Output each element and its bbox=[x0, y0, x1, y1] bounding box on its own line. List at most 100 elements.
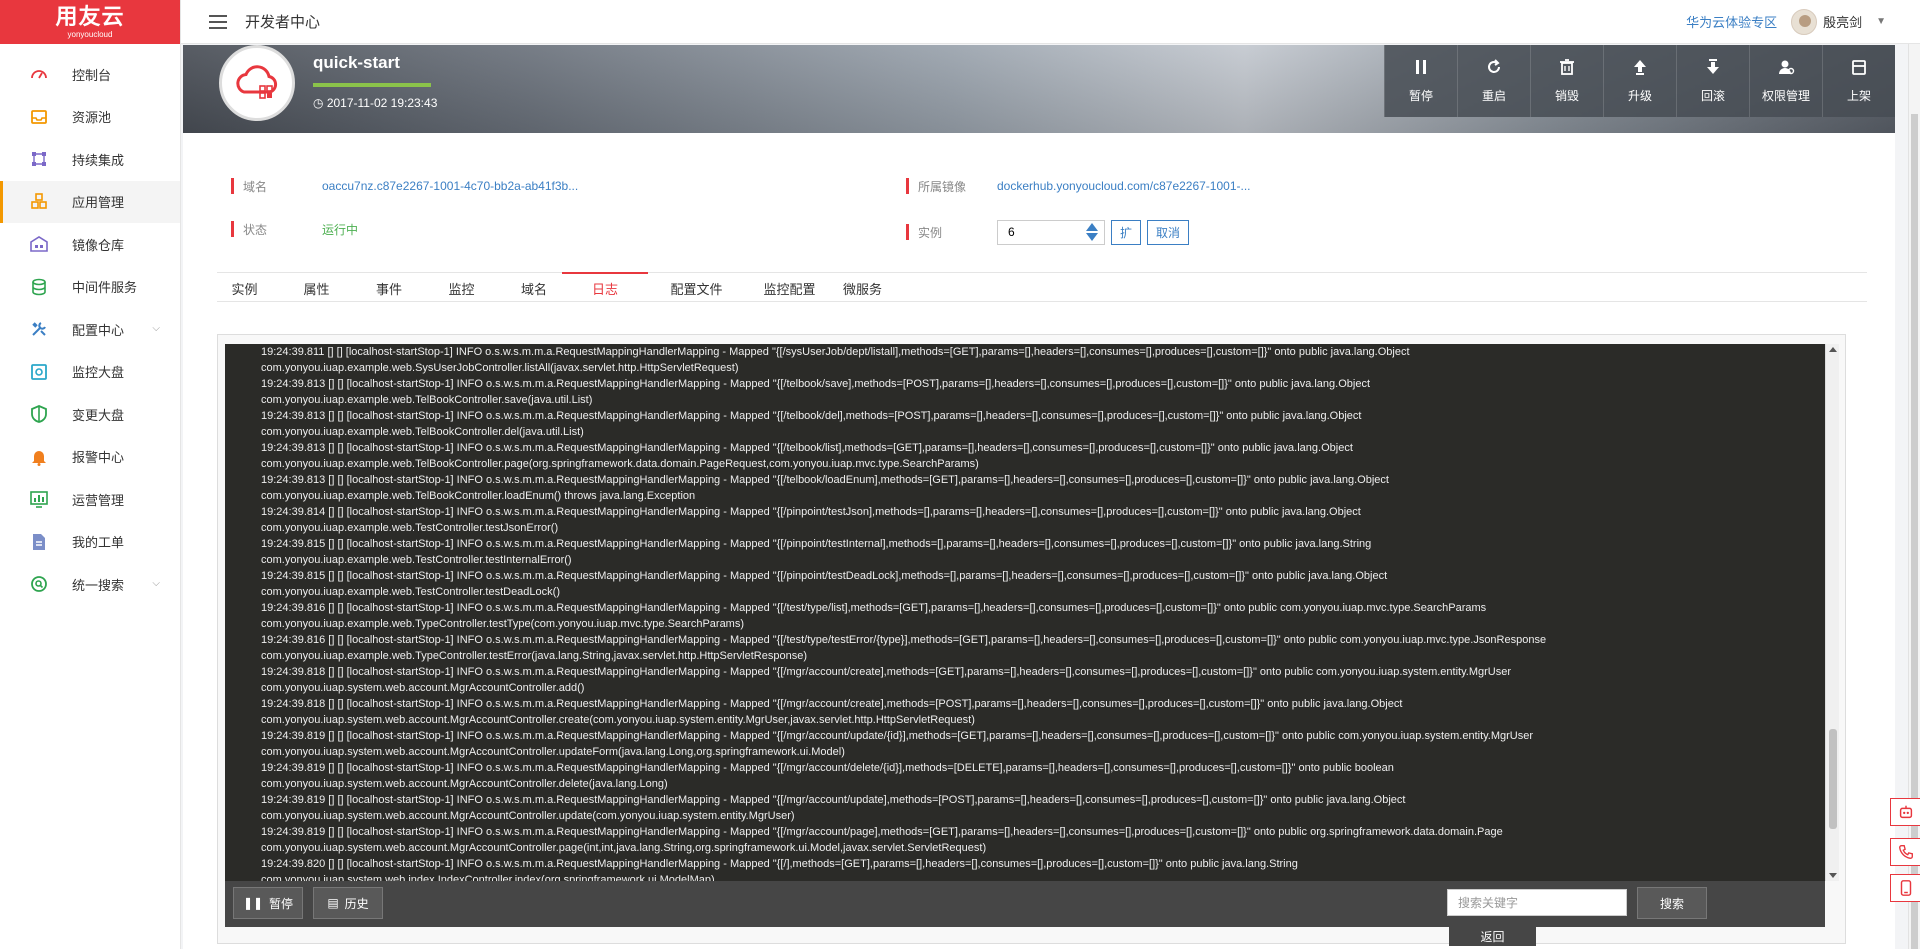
history-icon: ▤ bbox=[327, 896, 339, 910]
log-toolbar: ❚❚ 暂停 ▤ 历史 搜索 bbox=[225, 881, 1825, 927]
log-line: 19:24:39.819 [] [] [localhost-startStop-… bbox=[261, 826, 1503, 838]
action-button[interactable]: 上架 bbox=[1822, 45, 1895, 117]
sidebar-item[interactable]: 持续集成 bbox=[0, 138, 180, 181]
tab[interactable]: 配置文件 bbox=[648, 273, 745, 303]
tab[interactable]: 属性 bbox=[272, 273, 361, 303]
chevron-down-icon[interactable]: ⌵ bbox=[152, 578, 160, 589]
logo-subtext: yonyoucloud bbox=[67, 29, 113, 39]
domain-value[interactable]: oaccu7nz.c87e2267-1001-4c70-bb2a-ab41f3b… bbox=[322, 179, 578, 193]
tab[interactable]: 域名 bbox=[506, 273, 562, 303]
sidebar-item[interactable]: 镜像仓库 bbox=[0, 223, 180, 266]
log-line: 19:24:39.818 [] [] [localhost-startStop-… bbox=[261, 666, 1511, 678]
robot-assistant-button[interactable] bbox=[1890, 798, 1920, 826]
action-button[interactable]: 权限管理 bbox=[1749, 45, 1822, 117]
status-label: 状态 bbox=[243, 222, 268, 237]
action-button[interactable]: 升级 bbox=[1603, 45, 1676, 117]
log-line: 19:24:39.815 [] [] [localhost-startStop-… bbox=[261, 538, 1372, 550]
sidebar-item[interactable]: 控制台 bbox=[0, 53, 180, 96]
log-line: com.yonyou.iuap.system.web.account.MgrAc… bbox=[261, 746, 845, 758]
brand-logo[interactable]: 用友云 yonyoucloud bbox=[0, 0, 180, 44]
log-history-button[interactable]: ▤ 历史 bbox=[313, 887, 383, 919]
sidebar-item-label: 变更大盘 bbox=[72, 407, 125, 423]
log-line: 19:24:39.815 [] [] [localhost-startStop-… bbox=[261, 570, 1388, 582]
app-status-bar bbox=[313, 83, 431, 87]
increment-arrow-icon[interactable] bbox=[1086, 222, 1098, 231]
sidebar-item-label: 持续集成 bbox=[72, 152, 125, 168]
sidebar-nav: 控制台 资源池持续集成应用管理镜像仓库中间件服务 配置中心 ⌵ 监控大盘变更大盘报警中心… bbox=[0, 53, 180, 606]
decrement-arrow-icon[interactable] bbox=[1086, 232, 1098, 241]
image-value[interactable]: dockerhub.yonyoucloud.com/c87e2267-1001-… bbox=[997, 179, 1251, 193]
cancel-button[interactable]: 取消 bbox=[1147, 219, 1190, 245]
log-scroll-thumb[interactable] bbox=[1829, 729, 1837, 829]
sidebar-item[interactable]: 运营管理 bbox=[0, 478, 180, 521]
user-permission-icon bbox=[1777, 58, 1795, 87]
action-label: 权限管理 bbox=[1761, 89, 1810, 103]
scroll-up-icon[interactable] bbox=[1829, 347, 1837, 352]
sidebar-item-label: 镜像仓库 bbox=[72, 237, 125, 253]
huawei-cloud-link[interactable]: 华为云体验专区 bbox=[1686, 12, 1777, 31]
sidebar-item[interactable]: 报警中心 bbox=[0, 436, 180, 479]
action-label: 上架 bbox=[1846, 89, 1871, 103]
log-search-label: 搜索 bbox=[1659, 896, 1684, 911]
restart-icon bbox=[1485, 58, 1503, 87]
sidebar-item[interactable]: 统一搜索 ⌵ bbox=[0, 563, 180, 606]
action-label: 重启 bbox=[1481, 89, 1506, 103]
chevron-down-icon[interactable]: ⌵ bbox=[152, 323, 160, 334]
app-cloud-icon bbox=[219, 45, 295, 121]
page-title: 开发者中心 bbox=[245, 14, 321, 31]
tab[interactable]: 监控配置 bbox=[745, 273, 834, 303]
app-name: quick-start bbox=[313, 53, 400, 72]
phone-support-button[interactable] bbox=[1890, 838, 1920, 866]
log-line: com.yonyou.iuap.system.web.account.MgrAc… bbox=[261, 810, 795, 822]
log-history-label: 历史 bbox=[344, 896, 369, 911]
action-button[interactable]: 重启 bbox=[1457, 45, 1530, 117]
sidebar-item-label: 运营管理 bbox=[72, 492, 125, 508]
log-line: 19:24:39.816 [] [] [localhost-startStop-… bbox=[261, 602, 1487, 614]
action-button[interactable]: 暂停 bbox=[1384, 45, 1457, 117]
log-scrollbar[interactable] bbox=[1825, 344, 1839, 881]
sidebar-item[interactable]: 资源池 bbox=[0, 96, 180, 139]
action-label: 回滚 bbox=[1700, 89, 1725, 103]
status-row: 状态 运行中 bbox=[231, 219, 358, 239]
log-search-button[interactable]: 搜索 bbox=[1637, 887, 1707, 919]
sidebar-item[interactable]: 变更大盘 bbox=[0, 393, 180, 436]
bell-icon bbox=[28, 446, 50, 468]
sidebar-item-label: 应用管理 bbox=[72, 195, 125, 211]
avatar[interactable] bbox=[1791, 8, 1818, 35]
sidebar-item[interactable]: 中间件服务 bbox=[0, 266, 180, 309]
action-label: 暂停 bbox=[1408, 89, 1433, 103]
user-dropdown-icon[interactable]: ▼ bbox=[1876, 16, 1886, 27]
search-icon bbox=[28, 573, 50, 595]
tab[interactable]: 微服务 bbox=[834, 273, 891, 303]
log-search-input[interactable] bbox=[1447, 889, 1627, 916]
log-line: com.yonyou.iuap.example.web.TestControll… bbox=[261, 522, 559, 534]
instance-count-input[interactable] bbox=[998, 225, 1078, 239]
action-button[interactable]: 回滚 bbox=[1676, 45, 1749, 117]
sidebar-item-label: 我的工单 bbox=[72, 535, 125, 551]
sidebar-item[interactable]: 应用管理 bbox=[0, 180, 180, 223]
tab[interactable]: 事件 bbox=[361, 273, 417, 303]
back-button[interactable]: 返回 bbox=[1449, 926, 1536, 946]
domain-label: 域名 bbox=[243, 179, 268, 194]
instance-stepper[interactable] bbox=[997, 219, 1105, 245]
tab[interactable]: 实例 bbox=[217, 273, 272, 303]
log-line: com.yonyou.iuap.example.web.SysUserJobCo… bbox=[261, 362, 739, 374]
action-button[interactable]: 销毁 bbox=[1530, 45, 1603, 117]
sidebar-item[interactable]: 配置中心 ⌵ bbox=[0, 308, 180, 351]
sidebar-item[interactable]: 监控大盘 bbox=[0, 351, 180, 394]
scroll-down-icon[interactable] bbox=[1829, 873, 1837, 878]
warehouse-icon bbox=[28, 233, 50, 255]
log-line: 19:24:39.813 [] [] [localhost-startStop-… bbox=[261, 442, 1353, 454]
log-line: 19:24:39.819 [] [] [localhost-startStop-… bbox=[261, 730, 1534, 742]
mobile-app-button[interactable] bbox=[1890, 874, 1920, 902]
expand-button[interactable]: 扩 bbox=[1111, 219, 1142, 245]
menu-toggle-icon[interactable] bbox=[209, 14, 227, 29]
sidebar-item[interactable]: 我的工单 bbox=[0, 521, 180, 564]
log-line: 19:24:39.818 [] [] [localhost-startStop-… bbox=[261, 698, 1403, 710]
log-pause-button[interactable]: ❚❚ 暂停 bbox=[233, 887, 303, 919]
tab[interactable]: 监控 bbox=[417, 273, 506, 303]
log-output: 19:24:39.811 [] [] [localhost-startStop-… bbox=[225, 344, 1825, 881]
top-bar: 开发者中心 华为云体验专区 殷亮剑 ▼ bbox=[181, 0, 1920, 44]
username[interactable]: 殷亮剑 bbox=[1823, 12, 1862, 31]
tab[interactable]: 日志 bbox=[562, 272, 648, 303]
